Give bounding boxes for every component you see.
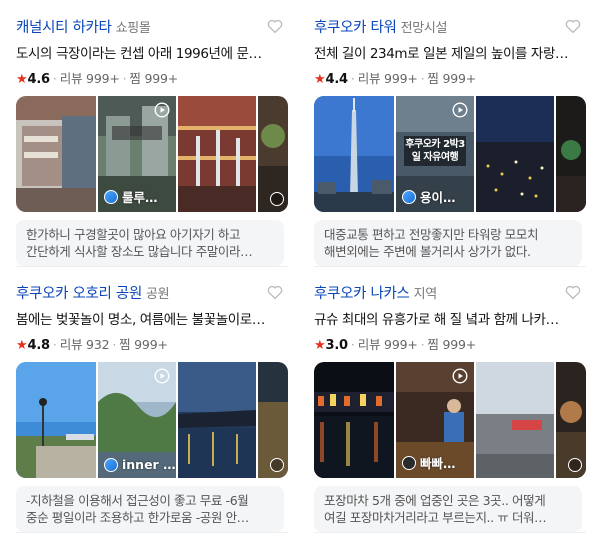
- save-count: 찜 999+: [427, 71, 476, 86]
- save-count: 찜 999+: [119, 337, 168, 352]
- channel-avatar: [104, 189, 118, 204]
- photo-2[interactable]: [178, 96, 256, 212]
- review-snippet[interactable]: 대중교통 편하고 전망좋지만 타워랑 모모치 해변외에는 주변에 볼거리사 상가…: [314, 220, 582, 266]
- photo-3[interactable]: [258, 362, 288, 478]
- video-label: 용이…: [402, 187, 456, 206]
- place-stats: ★4.8 · 리뷰 932 · 찜 999+: [16, 337, 168, 353]
- divider: [16, 266, 288, 267]
- place-category: 공원: [145, 287, 170, 302]
- photo-strip[interactable]: 룰루…: [16, 96, 288, 212]
- photo-1[interactable]: [16, 96, 96, 212]
- place-name[interactable]: 후쿠오카 오호리 공원: [16, 286, 142, 302]
- review-line: 중순 평일이라 조용하고 한가로움 -공원 안…: [26, 510, 249, 525]
- title-row: 캐널시티 하카타 쇼핑몰: [16, 16, 288, 38]
- photo-strip[interactable]: 후쿠오카 2박3일 자유여행 용이…: [314, 96, 586, 212]
- review-line: 포장마차 5개 중에 업중인 곳은 3곳.. 어떻게: [324, 493, 546, 508]
- heart-outline-icon[interactable]: [564, 17, 582, 35]
- place-category: 전망시설: [400, 21, 448, 36]
- video-label: 룰루…: [104, 187, 158, 206]
- photo-2[interactable]: [476, 362, 554, 478]
- rating-value: 4.4: [325, 72, 348, 87]
- star-icon: ★: [314, 338, 326, 353]
- play-circle-icon: [452, 368, 468, 384]
- place-description: 봄에는 벚꽃놀이 명소, 여름에는 불꽃놀이로…: [16, 312, 265, 328]
- star-icon: ★: [16, 338, 28, 353]
- more-photos-icon[interactable]: [270, 458, 284, 472]
- place-name[interactable]: 후쿠오카 나카스: [314, 286, 410, 302]
- more-photos-icon[interactable]: [568, 458, 582, 472]
- video-thumbnail[interactable]: 빠빠…: [396, 362, 474, 478]
- more-photos-icon[interactable]: [270, 192, 284, 206]
- review-count[interactable]: 리뷰 999+: [358, 337, 418, 352]
- review-count[interactable]: 리뷰 999+: [358, 71, 418, 86]
- review-line: 여길 포장마차거리라고 부르는지.. ㅠ 더워…: [324, 510, 547, 525]
- video-label: 빠빠…: [402, 453, 456, 472]
- photo-3[interactable]: [556, 96, 586, 212]
- video-thumbnail[interactable]: 후쿠오카 2박3일 자유여행 용이…: [396, 96, 474, 212]
- title-row: 후쿠오카 나카스 지역: [314, 282, 586, 304]
- heart-outline-icon[interactable]: [266, 17, 284, 35]
- video-thumbnail[interactable]: inner …: [98, 362, 176, 478]
- place-name[interactable]: 후쿠오카 타워: [314, 20, 397, 36]
- photo-strip[interactable]: inner …: [16, 362, 288, 478]
- photo-2[interactable]: [476, 96, 554, 212]
- play-circle-icon: [452, 102, 468, 118]
- review-line: 한가하니 구경할곳이 많아요 아기자기 하고: [26, 227, 241, 242]
- place-category: 쇼핑몰: [115, 21, 151, 36]
- divider: [314, 532, 586, 533]
- divider: [314, 266, 586, 267]
- channel-avatar: [104, 457, 118, 472]
- review-snippet[interactable]: 포장마차 5개 중에 업중인 곳은 3곳.. 어떻게 여길 포장마차거리라고 부…: [314, 486, 582, 532]
- title-row: 후쿠오카 타워 전망시설: [314, 16, 586, 38]
- rating-value: 4.6: [27, 72, 50, 87]
- review-snippet[interactable]: 한가하니 구경할곳이 많아요 아기자기 하고 간단하게 식사할 장소도 많습니다…: [16, 220, 284, 266]
- review-snippet[interactable]: -지하철을 이용해서 접근성이 좋고 무료 -6월 중순 평일이라 조용하고 한…: [16, 486, 284, 532]
- place-name[interactable]: 캐널시티 하카타: [16, 20, 112, 36]
- play-circle-icon: [154, 368, 170, 384]
- star-icon: ★: [314, 72, 326, 87]
- photo-strip[interactable]: 빠빠…: [314, 362, 586, 478]
- place-description: 도시의 극장이라는 컨셉 아래 1996년에 문…: [16, 46, 262, 62]
- review-count[interactable]: 리뷰 932: [60, 337, 110, 352]
- heart-outline-icon[interactable]: [266, 283, 284, 301]
- place-stats: ★4.4 · 리뷰 999+ · 찜 999+: [314, 71, 476, 87]
- divider: [16, 532, 288, 533]
- rating-value: 3.0: [325, 338, 348, 353]
- save-count: 찜 999+: [129, 71, 178, 86]
- video-label: inner …: [104, 457, 176, 472]
- photo-1[interactable]: [16, 362, 96, 478]
- photo-1[interactable]: [314, 362, 394, 478]
- place-description: 규슈 최대의 유흥가로 해 질 녘과 함께 나카…: [314, 312, 559, 328]
- video-thumbnail[interactable]: 룰루…: [98, 96, 176, 212]
- save-count: 찜 999+: [427, 337, 476, 352]
- place-category: 지역: [413, 287, 438, 302]
- review-line: 간단하게 식사할 장소도 많습니다 주말이라…: [26, 244, 253, 259]
- place-stats: ★4.6 · 리뷰 999+ · 찜 999+: [16, 71, 178, 87]
- review-line: -지하철을 이용해서 접근성이 좋고 무료 -6월: [26, 493, 249, 508]
- video-caption: 후쿠오카 2박3일 자유여행: [404, 136, 466, 166]
- photo-3[interactable]: [258, 96, 288, 212]
- place-description: 전체 길이 234m로 일본 제일의 높이를 자랑…: [314, 46, 569, 62]
- photo-1[interactable]: [314, 96, 394, 212]
- place-stats: ★3.0 · 리뷰 999+ · 찜 999+: [314, 337, 476, 353]
- review-count[interactable]: 리뷰 999+: [60, 71, 120, 86]
- channel-avatar: [402, 455, 416, 470]
- rating-value: 4.8: [27, 338, 50, 353]
- title-row: 후쿠오카 오호리 공원 공원: [16, 282, 288, 304]
- play-circle-icon: [154, 102, 170, 118]
- review-line: 해변외에는 주변에 볼거리사 상가가 없다.: [324, 244, 531, 259]
- channel-avatar: [402, 189, 416, 204]
- photo-2[interactable]: [178, 362, 256, 478]
- heart-outline-icon[interactable]: [564, 283, 582, 301]
- review-line: 대중교통 편하고 전망좋지만 타워랑 모모치: [324, 227, 539, 242]
- star-icon: ★: [16, 72, 28, 87]
- photo-3[interactable]: [556, 362, 586, 478]
